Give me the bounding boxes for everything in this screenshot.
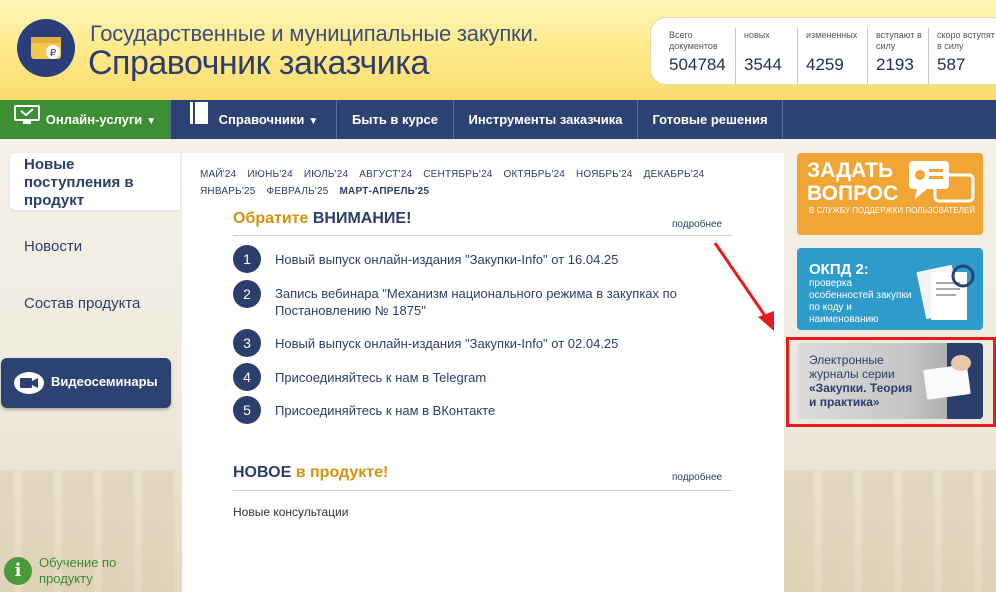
new-consultations-link[interactable]: Новые консультации	[233, 505, 348, 519]
stat-label: скоро вступят в силу	[937, 30, 995, 51]
stat-value: 4259	[806, 55, 844, 74]
site-title[interactable]: Справочник заказчика	[88, 44, 429, 83]
news-number: 3	[233, 329, 261, 357]
stat-value: 504784	[669, 55, 726, 74]
red-arrow-annotation	[713, 242, 774, 331]
month-link[interactable]: СЕНТЯБРЬ'24	[423, 169, 492, 180]
info-icon: i	[4, 557, 32, 585]
stat-label: вступают в силу	[876, 30, 922, 51]
divider	[233, 235, 732, 236]
stat-label: Всего документов	[669, 30, 718, 51]
sidebar-item-label: Новые поступления в продукт	[24, 156, 134, 209]
stat-label: измененных	[806, 30, 858, 40]
month-link[interactable]: НОЯБРЬ'24	[576, 169, 633, 180]
new-in-product-heading: НОВОЕ в продукте!	[233, 464, 388, 482]
banner-subtitle: проверка особенностей закупки по коду и …	[809, 278, 912, 325]
month-link-active[interactable]: МАРТ-АПРЕЛЬ'25	[340, 186, 430, 197]
video-camera-icon	[14, 372, 44, 397]
product-training-link[interactable]: i Обучение по продукту	[4, 555, 144, 591]
banner-title: ОКПД 2:	[809, 261, 869, 278]
nav-online-label: Онлайн-услуги	[45, 112, 143, 127]
chevron-down-icon: ▼	[146, 116, 157, 127]
news-number: 5	[233, 396, 261, 424]
training-label: Обучение по продукту	[39, 555, 117, 586]
news-link[interactable]: Новый выпуск онлайн-издания "Закупки-Inf…	[275, 251, 705, 268]
heading-part: ВНИМАНИЕ!	[312, 210, 412, 227]
month-link[interactable]: ИЮЛЬ'24	[304, 169, 348, 180]
document-stats: Всего документов 504784 новых 3544 измен…	[650, 17, 996, 85]
news-number: 1	[233, 245, 261, 273]
main-content: МАЙ'24 ИЮНЬ'24 ИЮЛЬ'24 АВГУСТ'24 СЕНТЯБР…	[182, 153, 784, 592]
news-link[interactable]: Запись вебинара "Механизм национального …	[275, 285, 705, 319]
sidebar-item-new-arrivals[interactable]: Новые поступления в продукт	[10, 153, 180, 210]
month-link[interactable]: ФЕВРАЛЬ'25	[267, 186, 329, 197]
svg-text:₽: ₽	[50, 48, 57, 59]
attention-heading: Обратите ВНИМАНИЕ!	[233, 210, 411, 228]
wallet-logo-icon[interactable]: ₽	[17, 19, 75, 77]
banner-title: ЗАДАТЬ ВОПРОС	[807, 159, 899, 205]
nav-references[interactable]: Справочники ▼	[171, 100, 337, 139]
stat-upcoming[interactable]: скоро вступят в силу 587	[928, 28, 996, 84]
nav-stay-informed[interactable]: Быть в курсе	[337, 100, 454, 139]
book-icon	[189, 101, 209, 140]
month-link[interactable]: АВГУСТ'24	[359, 169, 412, 180]
news-number: 4	[233, 363, 261, 391]
document-magnifier-icon	[913, 258, 979, 329]
stat-total[interactable]: Всего документов 504784	[661, 28, 729, 84]
ask-question-banner[interactable]: ЗАДАТЬ ВОПРОС В СЛУЖБУ ПОДДЕРЖКИ ПОЛЬЗОВ…	[797, 153, 983, 235]
month-link[interactable]: ИЮНЬ'24	[247, 169, 293, 180]
webinars-label: Видеосеминары	[51, 374, 158, 389]
stat-value: 2193	[876, 55, 914, 74]
red-highlight-box	[786, 337, 996, 427]
new-more-link[interactable]: подробнее	[672, 472, 722, 483]
divider	[233, 490, 732, 491]
month-link[interactable]: ОКТЯБРЬ'24	[503, 169, 565, 180]
nav-online-services[interactable]: Онлайн-услуги ▼	[0, 100, 171, 139]
month-link[interactable]: ЯНВАРЬ'25	[200, 186, 256, 197]
news-link[interactable]: Присоединяйтесь к нам в Telegram	[275, 369, 705, 386]
site-header: ₽ Государственные и муниципальные закупк…	[0, 0, 996, 100]
webinars-button[interactable]: Видеосеминары	[1, 358, 171, 408]
attention-more-link[interactable]: подробнее	[672, 219, 722, 230]
chat-bubbles-icon	[907, 159, 977, 212]
heading-part: НОВОЕ	[233, 464, 296, 481]
stat-effective[interactable]: вступают в силу 2193	[867, 28, 926, 84]
heading-part: в продукте!	[295, 464, 389, 481]
month-archive: МАЙ'24 ИЮНЬ'24 ИЮЛЬ'24 АВГУСТ'24 СЕНТЯБР…	[200, 166, 772, 200]
news-link[interactable]: Новый выпуск онлайн-издания "Закупки-Inf…	[275, 335, 705, 352]
month-link[interactable]: МАЙ'24	[200, 169, 236, 180]
stat-changed[interactable]: измененных 4259	[797, 28, 866, 84]
heading-part: Обратите	[233, 210, 313, 227]
sidebar-item-news[interactable]: Новости	[24, 238, 82, 255]
nav-customer-tools[interactable]: Инструменты заказчика	[454, 100, 638, 139]
stat-new[interactable]: новых 3544	[735, 28, 796, 84]
month-link[interactable]: ДЕКАБРЬ'24	[644, 169, 705, 180]
stat-value: 587	[937, 55, 966, 74]
chevron-down-icon: ▼	[308, 116, 319, 127]
news-number: 2	[233, 280, 261, 308]
main-nav: Онлайн-услуги ▼ Справочники ▼ Быть в курсе…	[0, 100, 996, 139]
nav-ready-solutions[interactable]: Готовые решения	[638, 100, 783, 139]
news-link[interactable]: Присоединяйтесь к нам в ВКонтакте	[275, 402, 705, 419]
okpd2-banner[interactable]: ОКПД 2: проверка особенностей закупки по…	[797, 248, 983, 330]
nav-references-label: Справочники	[218, 112, 305, 127]
stat-value: 3544	[744, 55, 782, 74]
monitor-icon	[13, 101, 40, 140]
sidebar-item-product-contents[interactable]: Состав продукта	[24, 295, 140, 312]
